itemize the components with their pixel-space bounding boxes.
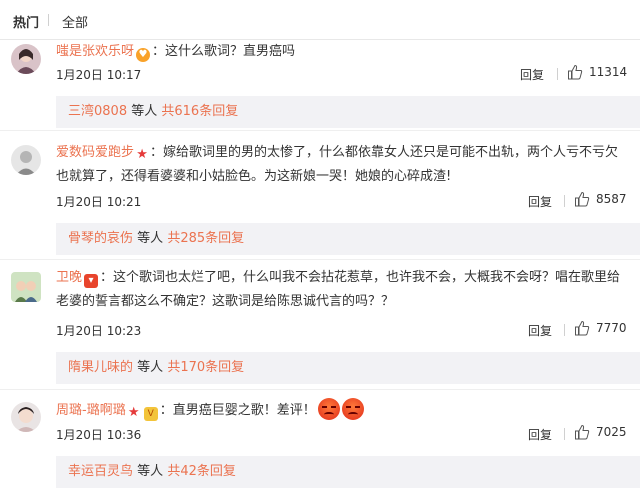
action-divider <box>564 324 565 336</box>
red-gift-badge-icon: ▾ <box>84 274 99 288</box>
like-button[interactable]: 8587 <box>574 191 627 207</box>
thumbs-up-icon <box>568 64 583 80</box>
avatar[interactable] <box>11 272 41 302</box>
reply-summary[interactable]: 幸运百灵鸟 等人 共42条回复 <box>56 456 640 488</box>
avatar[interactable] <box>11 44 41 74</box>
thumbs-up-icon <box>575 191 590 207</box>
like-count: 11314 <box>589 65 628 79</box>
comment-meta: 1月20日 10:17 回复 11314 <box>56 62 631 86</box>
action-divider <box>564 195 565 207</box>
username-link[interactable]: 嗤是张欢乐呀 <box>56 44 134 59</box>
reply-mid-text: 等人 <box>131 104 158 119</box>
comment-text: ：这个歌词也太烂了吧，什么叫我不会拈花惹草，也许我不会，大概我不会呀？唱在歌里给… <box>56 270 621 309</box>
reply-username[interactable]: 隋果儿味的 <box>68 360 133 375</box>
comment-meta: 1月20日 10:36 回复 7025 <box>56 422 631 446</box>
reply-count-link[interactable]: 共616条回复 <box>161 104 238 119</box>
like-count: 7770 <box>596 321 627 335</box>
angry-face-emoji <box>317 398 340 420</box>
like-count: 7025 <box>596 425 627 439</box>
comment-meta: 1月20日 10:23 回复 7770 <box>56 318 631 342</box>
reply-button[interactable]: 回复 <box>528 426 552 443</box>
comment-text: ：这什么歌词？直男癌吗 <box>152 44 296 59</box>
avatar[interactable] <box>11 145 41 175</box>
reply-button[interactable]: 回复 <box>520 66 544 83</box>
comment-body: 嗤是张欢乐呀 ♥ ：这什么歌词？直男癌吗 <box>56 40 631 64</box>
like-button[interactable]: 7770 <box>574 320 627 336</box>
tab-all[interactable]: 全部 <box>62 12 88 31</box>
comment-item: 嗤是张欢乐呀 ♥ ：这什么歌词？直男癌吗 1月20日 10:17 回复 11314 … <box>0 40 640 128</box>
username-link[interactable]: 卫晚 <box>56 270 82 285</box>
reply-mid-text: 等人 <box>137 231 164 246</box>
avatar[interactable] <box>11 402 41 432</box>
vip-badge-icon: V <box>143 407 158 421</box>
comment-meta: 1月20日 10:21 回复 8587 <box>56 189 631 213</box>
username-link[interactable]: 周璐-璐啊璐 <box>56 403 126 418</box>
reply-button[interactable]: 回复 <box>528 322 552 339</box>
comment-body: 爱数码爱跑步 ★ ：嫁给歌词里的男的太惨了，什么都依靠女人还只是可能不出轨，两个人亏… <box>56 141 631 189</box>
comment-tabs: 热门 全部 <box>0 0 640 40</box>
like-count: 8587 <box>596 192 627 206</box>
reply-count-link[interactable]: 共285条回复 <box>167 231 244 246</box>
reply-button[interactable]: 回复 <box>528 193 552 210</box>
comment-body: 周璐-璐啊璐 ★ V ：直男癌巨婴之歌！差评！ <box>56 398 631 423</box>
comment-text: ：直男癌巨婴之歌！差评！ <box>159 403 316 418</box>
heart-badge-icon: ♥ <box>136 48 151 62</box>
comment-item: 卫晚 ▾ ：这个歌词也太烂了吧，什么叫我不会拈花惹草，也许我不会，大概我不会呀？唱在… <box>0 266 640 384</box>
action-divider <box>564 428 565 440</box>
comment-divider <box>0 259 640 260</box>
reply-summary[interactable]: 三湾0808 等人 共616条回复 <box>56 96 640 128</box>
timestamp: 1月20日 10:17 <box>56 68 142 82</box>
angry-face-emoji <box>341 398 364 420</box>
like-button[interactable]: 7025 <box>574 424 627 440</box>
tab-hot[interactable]: 热门 <box>13 12 39 31</box>
reply-username[interactable]: 幸运百灵鸟 <box>68 464 133 479</box>
reply-summary[interactable]: 骨琴的哀伤 等人 共285条回复 <box>56 223 640 255</box>
comment-divider <box>0 130 640 131</box>
reply-count-link[interactable]: 共170条回复 <box>167 360 244 375</box>
thumbs-up-icon <box>575 424 590 440</box>
star-badge-icon: ★ <box>127 405 140 420</box>
reply-count-link[interactable]: 共42条回复 <box>167 464 236 479</box>
reply-username[interactable]: 骨琴的哀伤 <box>68 231 133 246</box>
comment-item: 爱数码爱跑步 ★ ：嫁给歌词里的男的太惨了，什么都依靠女人还只是可能不出轨，两个人亏… <box>0 141 640 256</box>
comment-body: 卫晚 ▾ ：这个歌词也太烂了吧，什么叫我不会拈花惹草，也许我不会，大概我不会呀？唱在… <box>56 266 631 314</box>
action-divider <box>557 68 558 80</box>
reply-mid-text: 等人 <box>137 464 164 479</box>
reply-summary[interactable]: 隋果儿味的 等人 共170条回复 <box>56 352 640 384</box>
tab-divider <box>48 14 49 26</box>
timestamp: 1月20日 10:23 <box>56 324 142 338</box>
comment-divider <box>0 389 640 390</box>
like-button[interactable]: 11314 <box>567 64 627 80</box>
username-link[interactable]: 爱数码爱跑步 <box>56 145 134 160</box>
timestamp: 1月20日 10:36 <box>56 428 142 442</box>
timestamp: 1月20日 10:21 <box>56 195 142 209</box>
thumbs-up-icon <box>575 320 590 336</box>
reply-username[interactable]: 三湾0808 <box>68 104 127 119</box>
star-badge-icon: ★ <box>136 147 148 162</box>
comment-item: 周璐-璐啊璐 ★ V ：直男癌巨婴之歌！差评！ 1月20日 10:36 回复 7025… <box>0 398 640 489</box>
reply-mid-text: 等人 <box>137 360 164 375</box>
